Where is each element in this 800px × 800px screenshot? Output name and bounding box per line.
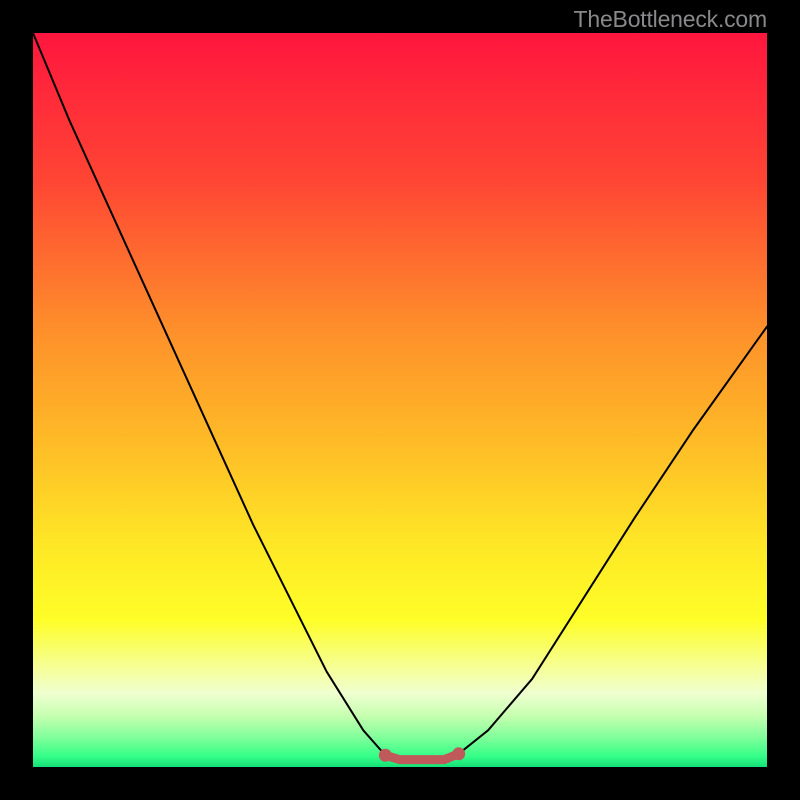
gradient-background xyxy=(33,33,767,767)
plot-area xyxy=(33,33,767,767)
watermark: TheBottleneck.com xyxy=(574,6,767,33)
